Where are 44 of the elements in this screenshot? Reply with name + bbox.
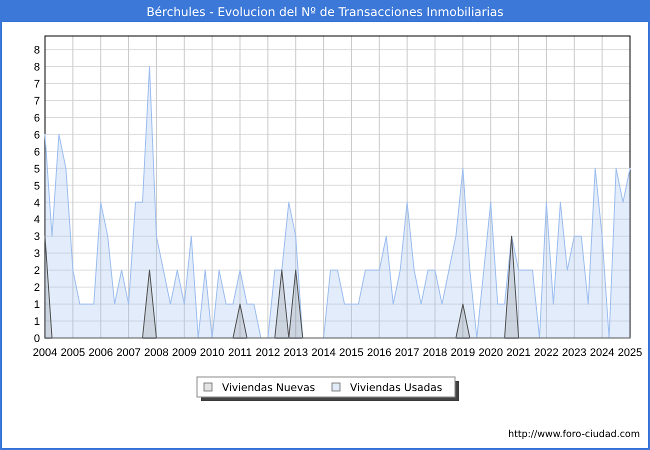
y-tick-label: 5: [34, 163, 40, 176]
x-tick-label: 2014: [311, 347, 336, 359]
x-tick-label: 2018: [422, 347, 448, 359]
x-tick-label: 2004: [32, 347, 58, 359]
legend-label: Viviendas Usadas: [350, 382, 442, 394]
y-tick-label: 8: [34, 44, 40, 57]
x-tick-label: 2019: [450, 347, 476, 359]
y-tick-label: 6: [34, 146, 40, 158]
x-tick-label: 2020: [478, 347, 503, 359]
x-tick-label: 2015: [339, 347, 364, 359]
window-title: Bérchules - Evolucion del Nº de Transacciones Inmobiliarias: [2, 2, 648, 22]
y-tick-label: 4: [34, 197, 40, 210]
y-tick-label: 1: [34, 299, 40, 312]
legend-label: Viviendas Nuevas: [222, 382, 316, 394]
y-tick-label: 8: [34, 62, 40, 74]
x-tick-label: 2006: [88, 347, 113, 359]
y-tick-label: 0: [34, 333, 40, 345]
y-tick-label: 1: [34, 316, 40, 328]
y-tick-label: 2: [34, 265, 40, 278]
x-tick-label: 2022: [534, 347, 559, 359]
x-tick-label: 2013: [283, 347, 308, 359]
x-tick-label: 2009: [172, 347, 197, 359]
source-url: http://www.foro-ciudad.com: [508, 429, 640, 440]
y-tick-label: 5: [34, 180, 40, 192]
x-tick-label: 2008: [144, 347, 169, 359]
x-tick-label: 2017: [394, 347, 420, 359]
x-tick-label: 2023: [562, 347, 587, 359]
y-tick-label: 7: [34, 95, 40, 108]
y-tick-label: 4: [34, 214, 40, 226]
y-tick-label: 7: [34, 78, 40, 90]
x-tick-label: 2012: [256, 347, 280, 359]
y-tick-label: 3: [34, 231, 40, 244]
y-tick-label: 6: [34, 112, 40, 124]
y-tick-label: 3: [34, 248, 40, 260]
x-tick-label: 2025: [618, 347, 642, 359]
y-tick-label: 2: [34, 282, 40, 294]
x-tick-label: 2016: [367, 347, 392, 359]
y-tick-label: 6: [34, 129, 40, 142]
x-tick-label: 2007: [116, 347, 141, 359]
x-tick-label: 2021: [506, 347, 531, 359]
x-tick-label: 2024: [590, 347, 614, 359]
x-tick-label: 2010: [200, 347, 224, 359]
x-tick-label: 2005: [60, 347, 86, 359]
x-tick-label: 2011: [228, 347, 252, 359]
